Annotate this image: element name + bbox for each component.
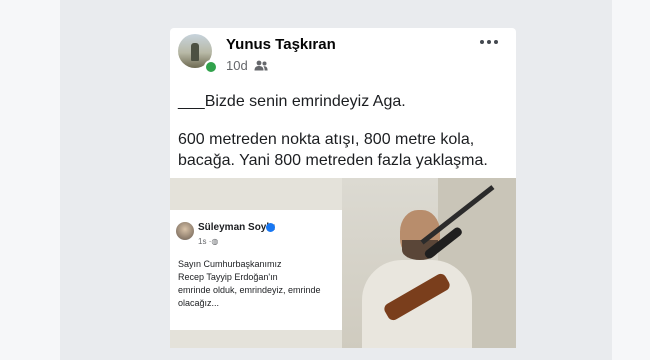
more-dot	[494, 40, 498, 44]
globe-icon: ·◍	[208, 237, 219, 246]
more-options-icon[interactable]	[478, 34, 500, 50]
embedded-text-line: Sayın Cumhurbaşkanımız	[178, 259, 282, 269]
verified-badge-icon	[266, 223, 275, 232]
embedded-text-line: Recep Tayyip Erdoğan'ın	[178, 272, 278, 282]
embedded-author-name: Süleyman Soylu	[198, 222, 276, 233]
post-text-line: ___Bizde senin emrindeyiz Aga.	[178, 93, 406, 110]
embedded-author-avatar	[176, 222, 194, 240]
rifle-photo	[342, 178, 516, 348]
post-text-line: bacağa. Yani 800 metreden fazla yaklaşma…	[178, 152, 488, 169]
embedded-post-meta: 1s ·◍	[198, 237, 218, 246]
post-author-name[interactable]: Yunus Taşkıran	[226, 36, 336, 53]
embedded-post-screenshot: Süleyman Soylu 1s ·◍ Sayın Cumhurbaşkanı…	[170, 210, 342, 330]
avatar-figure	[191, 43, 199, 61]
post-text-line: 600 metreden nokta atışı, 800 metre kola…	[178, 131, 475, 148]
embedded-post-time: 1s	[198, 237, 207, 246]
more-dot	[487, 40, 491, 44]
online-status-indicator	[204, 60, 218, 74]
right-margin	[612, 0, 650, 360]
post-meta: 10d	[226, 58, 268, 73]
post-timestamp[interactable]: 10d	[226, 58, 248, 73]
embedded-text-line: olacağız...	[178, 298, 220, 308]
post-image[interactable]: Süleyman Soylu 1s ·◍ Sayın Cumhurbaşkanı…	[170, 178, 516, 348]
friends-icon[interactable]	[254, 60, 268, 71]
more-dot	[480, 40, 484, 44]
left-margin	[0, 0, 60, 360]
embedded-text-line: emrinde olduk, emrindeyiz, emrinde	[178, 285, 321, 295]
